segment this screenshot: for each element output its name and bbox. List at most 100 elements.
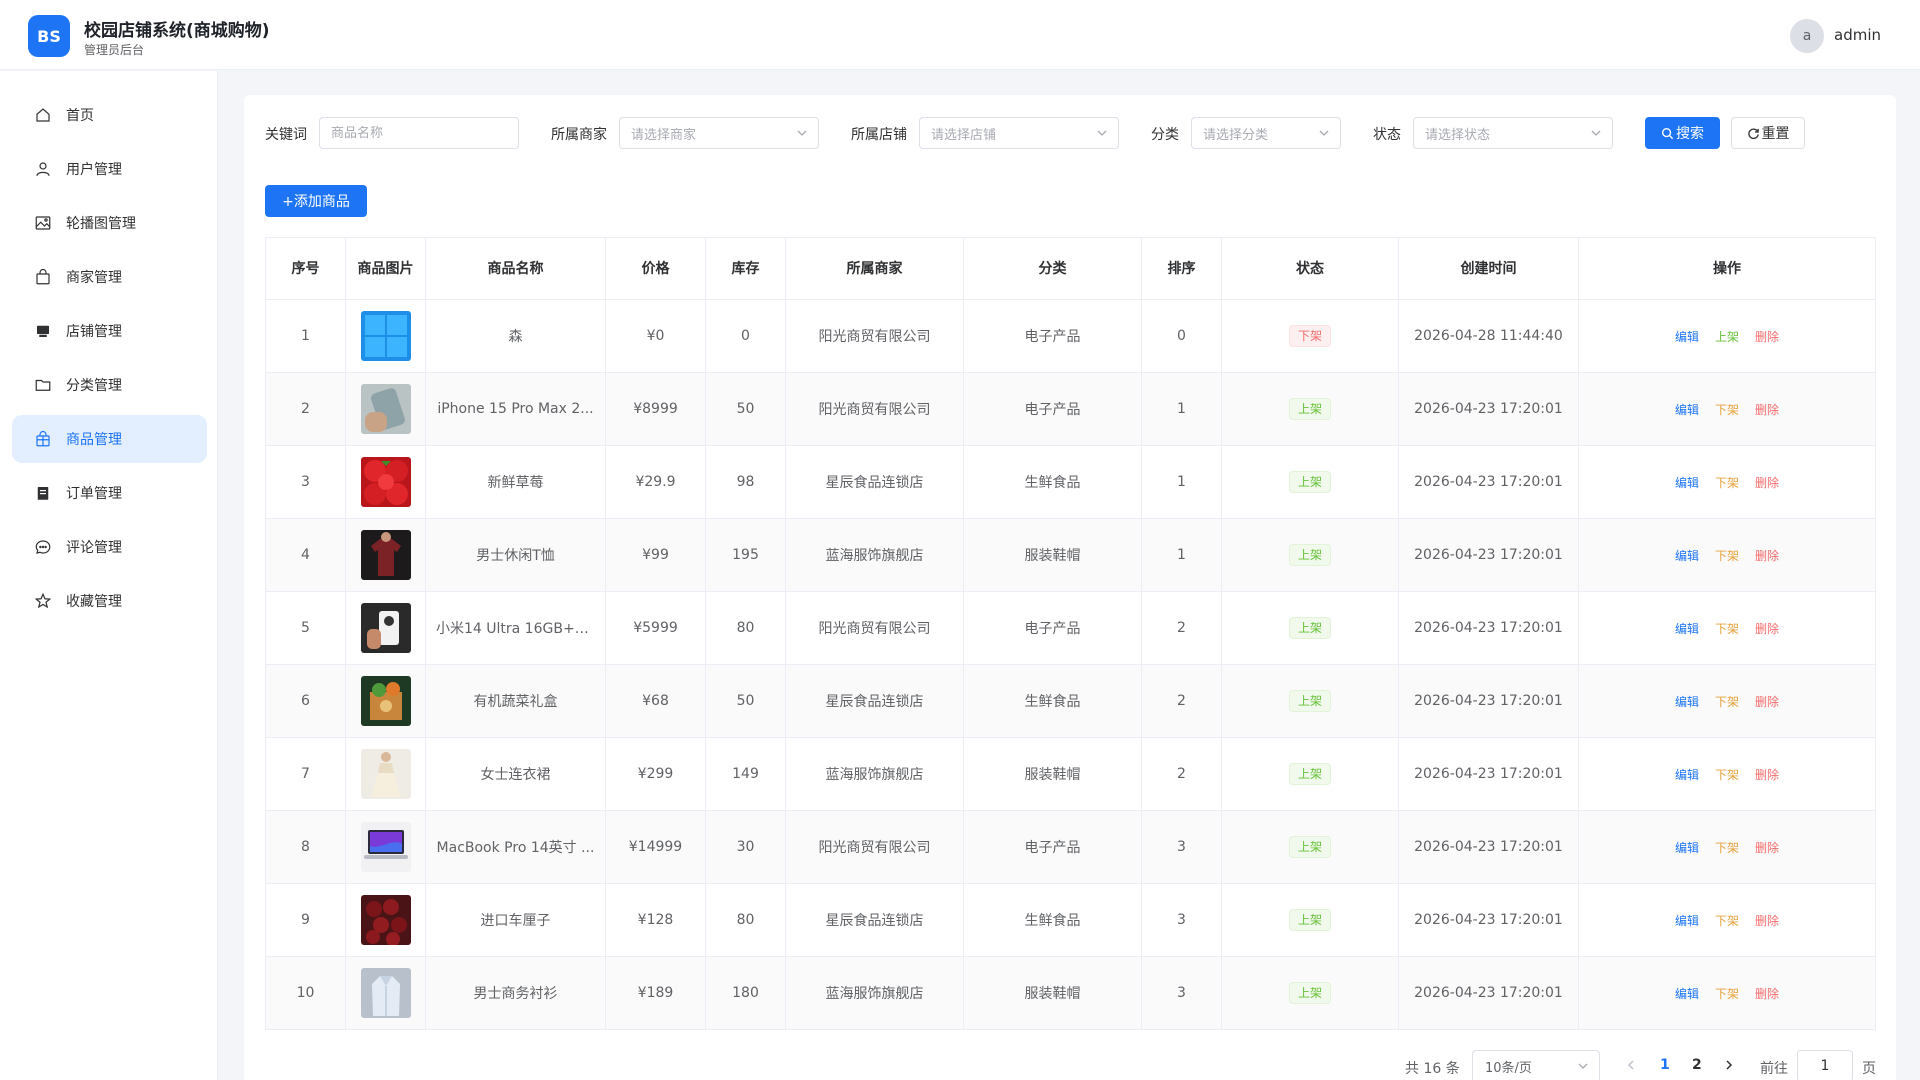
search-button[interactable]: 搜索 (1645, 117, 1720, 149)
chevron-down-icon (1578, 1063, 1588, 1069)
page-number-1[interactable]: 1 (1660, 1057, 1670, 1073)
reset-button[interactable]: 重置 (1731, 117, 1805, 149)
goods-thumbnail[interactable] (360, 311, 411, 361)
goods-created-time: 2026-04-23 17:20:01 (1398, 372, 1579, 446)
edit-button[interactable]: 编辑 (1675, 768, 1699, 782)
edit-button[interactable]: 编辑 (1675, 330, 1699, 344)
goods-image-cell (345, 591, 426, 665)
sidebar-item-merchants[interactable]: 商家管理 (12, 253, 207, 301)
shop-select[interactable]: 请选择店铺 (919, 117, 1119, 149)
edit-button[interactable]: 编辑 (1675, 841, 1699, 855)
sidebar-item-users[interactable]: 用户管理 (12, 145, 207, 193)
keyword-input[interactable] (331, 125, 518, 141)
sidebar-item-comments[interactable]: 评论管理 (12, 523, 207, 571)
delete-button[interactable]: 删除 (1755, 476, 1779, 490)
status-badge: 上架 (1288, 471, 1331, 493)
row-actions: 编辑 下架 删除 (1578, 664, 1876, 738)
chevron-down-icon (1591, 130, 1601, 136)
on-shelf-button[interactable]: 上架 (1715, 330, 1739, 344)
goods-status-cell: 上架 (1221, 591, 1399, 665)
goods-thumbnail[interactable] (360, 676, 411, 726)
page-size-select[interactable]: 10条/页 (1472, 1050, 1600, 1080)
goods-thumbnail[interactable] (360, 749, 411, 799)
edit-button[interactable]: 编辑 (1675, 549, 1699, 563)
app-logo[interactable]: BS (28, 15, 70, 57)
table-row: 9 进口车厘子 ¥128 80 星辰食品连锁店 生鲜食品 3 上架 2026-04-23 17:… (265, 883, 1876, 957)
goods-created-time: 2026-04-23 17:20:01 (1398, 445, 1579, 519)
status-select[interactable]: 请选择状态 (1413, 117, 1613, 149)
sidebar-item-categories[interactable]: 分类管理 (12, 361, 207, 409)
goods-thumbnail[interactable] (360, 384, 411, 434)
sidebar-item-goods[interactable]: 商品管理 (12, 415, 207, 463)
edit-button[interactable]: 编辑 (1675, 914, 1699, 928)
column-header: 排序 (1141, 237, 1222, 300)
delete-button[interactable]: 删除 (1755, 622, 1779, 636)
page-number-2[interactable]: 2 (1692, 1057, 1702, 1073)
goods-thumbnail[interactable] (360, 457, 411, 507)
goto-page-input[interactable]: 1 (1797, 1050, 1853, 1080)
delete-button[interactable]: 删除 (1755, 695, 1779, 709)
sidebar-item-label: 收藏管理 (66, 594, 122, 610)
delete-button[interactable]: 删除 (1755, 768, 1779, 782)
next-page-icon[interactable] (1722, 1058, 1736, 1072)
goods-image-cell (345, 372, 426, 446)
off-shelf-button[interactable]: 下架 (1715, 549, 1739, 563)
goods-status-cell: 上架 (1221, 737, 1399, 811)
sidebar-item-label: 首页 (66, 108, 94, 124)
sidebar-item-home[interactable]: 首页 (12, 91, 207, 139)
delete-button[interactable]: 删除 (1755, 330, 1779, 344)
delete-button[interactable]: 删除 (1755, 987, 1779, 1001)
sidebar-item-favorites[interactable]: 收藏管理 (12, 577, 207, 625)
edit-button[interactable]: 编辑 (1675, 403, 1699, 417)
sidebar-item-label: 分类管理 (66, 378, 122, 394)
sidebar-item-label: 轮播图管理 (66, 216, 136, 232)
goods-thumbnail[interactable] (360, 603, 411, 653)
off-shelf-button[interactable]: 下架 (1715, 987, 1739, 1001)
sidebar-item-shops[interactable]: 店铺管理 (12, 307, 207, 355)
avatar[interactable]: a (1790, 19, 1824, 53)
goods-thumbnail[interactable] (360, 822, 411, 872)
off-shelf-button[interactable]: 下架 (1715, 622, 1739, 636)
edit-button[interactable]: 编辑 (1675, 476, 1699, 490)
goods-created-time: 2026-04-23 17:20:01 (1398, 737, 1579, 811)
goods-created-time: 2026-04-23 17:20:01 (1398, 956, 1579, 1030)
top-header: BS 校园店铺系统(商城购物) 管理员后台 a admin (0, 0, 1920, 70)
edit-button[interactable]: 编辑 (1675, 987, 1699, 1001)
off-shelf-button[interactable]: 下架 (1715, 403, 1739, 417)
goods-thumbnail[interactable] (360, 895, 411, 945)
status-badge: 上架 (1288, 690, 1331, 712)
delete-button[interactable]: 删除 (1755, 914, 1779, 928)
merchant-select[interactable]: 请选择商家 (619, 117, 819, 149)
goods-stock: 50 (705, 664, 786, 738)
goods-sort: 1 (1141, 518, 1222, 592)
goods-created-time: 2026-04-23 17:20:01 (1398, 518, 1579, 592)
delete-button[interactable]: 删除 (1755, 841, 1779, 855)
off-shelf-button[interactable]: 下架 (1715, 841, 1739, 855)
delete-button[interactable]: 删除 (1755, 403, 1779, 417)
goods-sort: 1 (1141, 372, 1222, 446)
goods-merchant: 蓝海服饰旗舰店 (785, 956, 964, 1030)
goods-thumbnail[interactable] (360, 968, 411, 1018)
goods-status-cell: 上架 (1221, 956, 1399, 1030)
row-actions: 编辑 下架 删除 (1578, 737, 1876, 811)
goods-thumbnail[interactable] (360, 530, 411, 580)
goods-status-cell: 上架 (1221, 372, 1399, 446)
username[interactable]: admin (1834, 26, 1881, 44)
edit-button[interactable]: 编辑 (1675, 695, 1699, 709)
sidebar-item-orders[interactable]: 订单管理 (12, 469, 207, 517)
delete-button[interactable]: 删除 (1755, 549, 1779, 563)
off-shelf-button[interactable]: 下架 (1715, 695, 1739, 709)
off-shelf-button[interactable]: 下架 (1715, 768, 1739, 782)
shop-label: 所属店铺 (851, 127, 907, 143)
goods-name: 新鲜草莓 (425, 445, 606, 519)
sidebar-item-carousel[interactable]: 轮播图管理 (12, 199, 207, 247)
off-shelf-button[interactable]: 下架 (1715, 914, 1739, 928)
off-shelf-button[interactable]: 下架 (1715, 476, 1739, 490)
edit-button[interactable]: 编辑 (1675, 622, 1699, 636)
prev-page-icon[interactable] (1624, 1058, 1638, 1072)
goods-category: 电子产品 (963, 299, 1142, 373)
goods-status-cell: 上架 (1221, 518, 1399, 592)
user-icon (36, 162, 50, 176)
category-select[interactable]: 请选择分类 (1191, 117, 1341, 149)
add-goods-button[interactable]: +添加商品 (265, 185, 367, 217)
